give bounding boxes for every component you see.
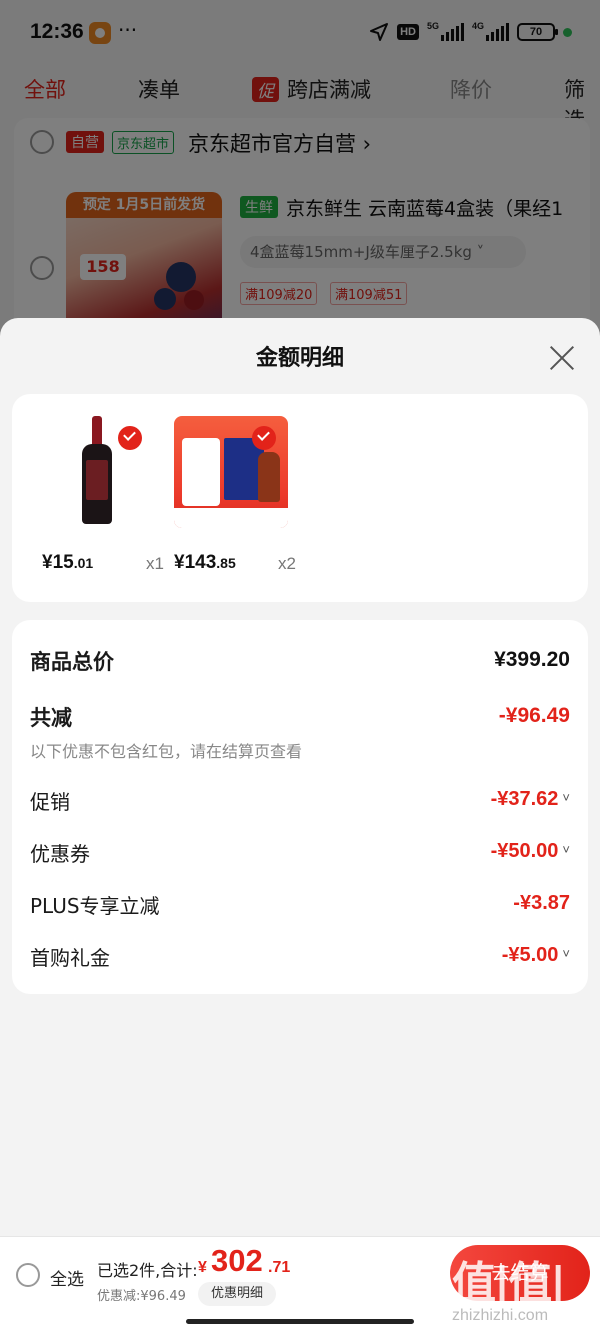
total-reduce-value: -¥96.49	[498, 704, 570, 727]
checkout-button[interactable]: 去结算	[450, 1245, 590, 1301]
total-price-decimal: .71	[268, 1259, 291, 1276]
coupon-label: 优惠券	[30, 842, 90, 866]
chevron-down-icon: ˅	[562, 946, 570, 961]
discount-detail-button[interactable]: 优惠明细	[198, 1282, 276, 1306]
discount-summary: 优惠减:¥96.49	[97, 1289, 186, 1304]
amount-detail-sheet: 金额明细 ¥15.01 x1 ¥143.85 x2 商品总价 ¥399.20 共…	[0, 318, 600, 1335]
total-price-integer: 302	[211, 1243, 263, 1278]
item-gift-box[interactable]: ¥143.85 x2	[174, 412, 324, 592]
close-icon[interactable]	[544, 340, 580, 376]
first-purchase-gift-label: 首购礼金	[30, 946, 110, 970]
plus-discount-value: -¥3.87	[513, 892, 570, 914]
checkout-bar: 全选 已选2件,合计: ¥ 302 .71 优惠减:¥96.49 优惠明细 去结…	[0, 1236, 600, 1335]
sheet-title: 金额明细	[255, 346, 344, 371]
selected-summary: 已选2件,合计:	[97, 1261, 198, 1280]
item-price: ¥143.85	[174, 552, 236, 573]
total-currency: ¥	[198, 1259, 207, 1276]
goods-total-label: 商品总价	[30, 650, 114, 674]
chevron-down-icon: ˅	[562, 842, 570, 857]
watermark-url: zhizhizhi.com	[452, 1307, 549, 1324]
modal-overlay[interactable]	[0, 0, 600, 340]
item-price: ¥15.01	[42, 552, 94, 573]
discount-note: 以下优惠不包含红包，请在结算页查看	[30, 742, 303, 761]
item-quantity: x2	[278, 554, 296, 573]
goods-total-value: ¥399.20	[494, 648, 570, 671]
item-quantity: x1	[146, 554, 164, 573]
plus-discount-label: PLUS专享立减	[30, 894, 160, 918]
coupon-value[interactable]: -¥50.00 ˅	[491, 840, 570, 863]
chevron-down-icon: ˅	[562, 790, 570, 805]
promotion-value[interactable]: -¥37.62 ˅	[491, 788, 570, 811]
first-purchase-gift-value[interactable]: -¥5.00 ˅	[502, 944, 570, 967]
total-reduce-label: 共减	[30, 706, 72, 730]
select-all-label[interactable]: 全选	[50, 1265, 84, 1290]
price-breakdown-card: 商品总价 ¥399.20 共减 -¥96.49 以下优惠不包含红包，请在结算页查…	[12, 620, 588, 994]
select-all-radio[interactable]	[16, 1263, 40, 1287]
home-indicator[interactable]	[186, 1319, 414, 1324]
selected-check-icon[interactable]	[252, 426, 276, 450]
item-wine[interactable]: ¥15.01 x1	[42, 412, 192, 592]
wine-bottle-icon	[82, 416, 112, 524]
selected-items-card: ¥15.01 x1 ¥143.85 x2	[12, 394, 588, 602]
selected-check-icon[interactable]	[118, 426, 142, 450]
promotion-label: 促销	[30, 790, 70, 814]
